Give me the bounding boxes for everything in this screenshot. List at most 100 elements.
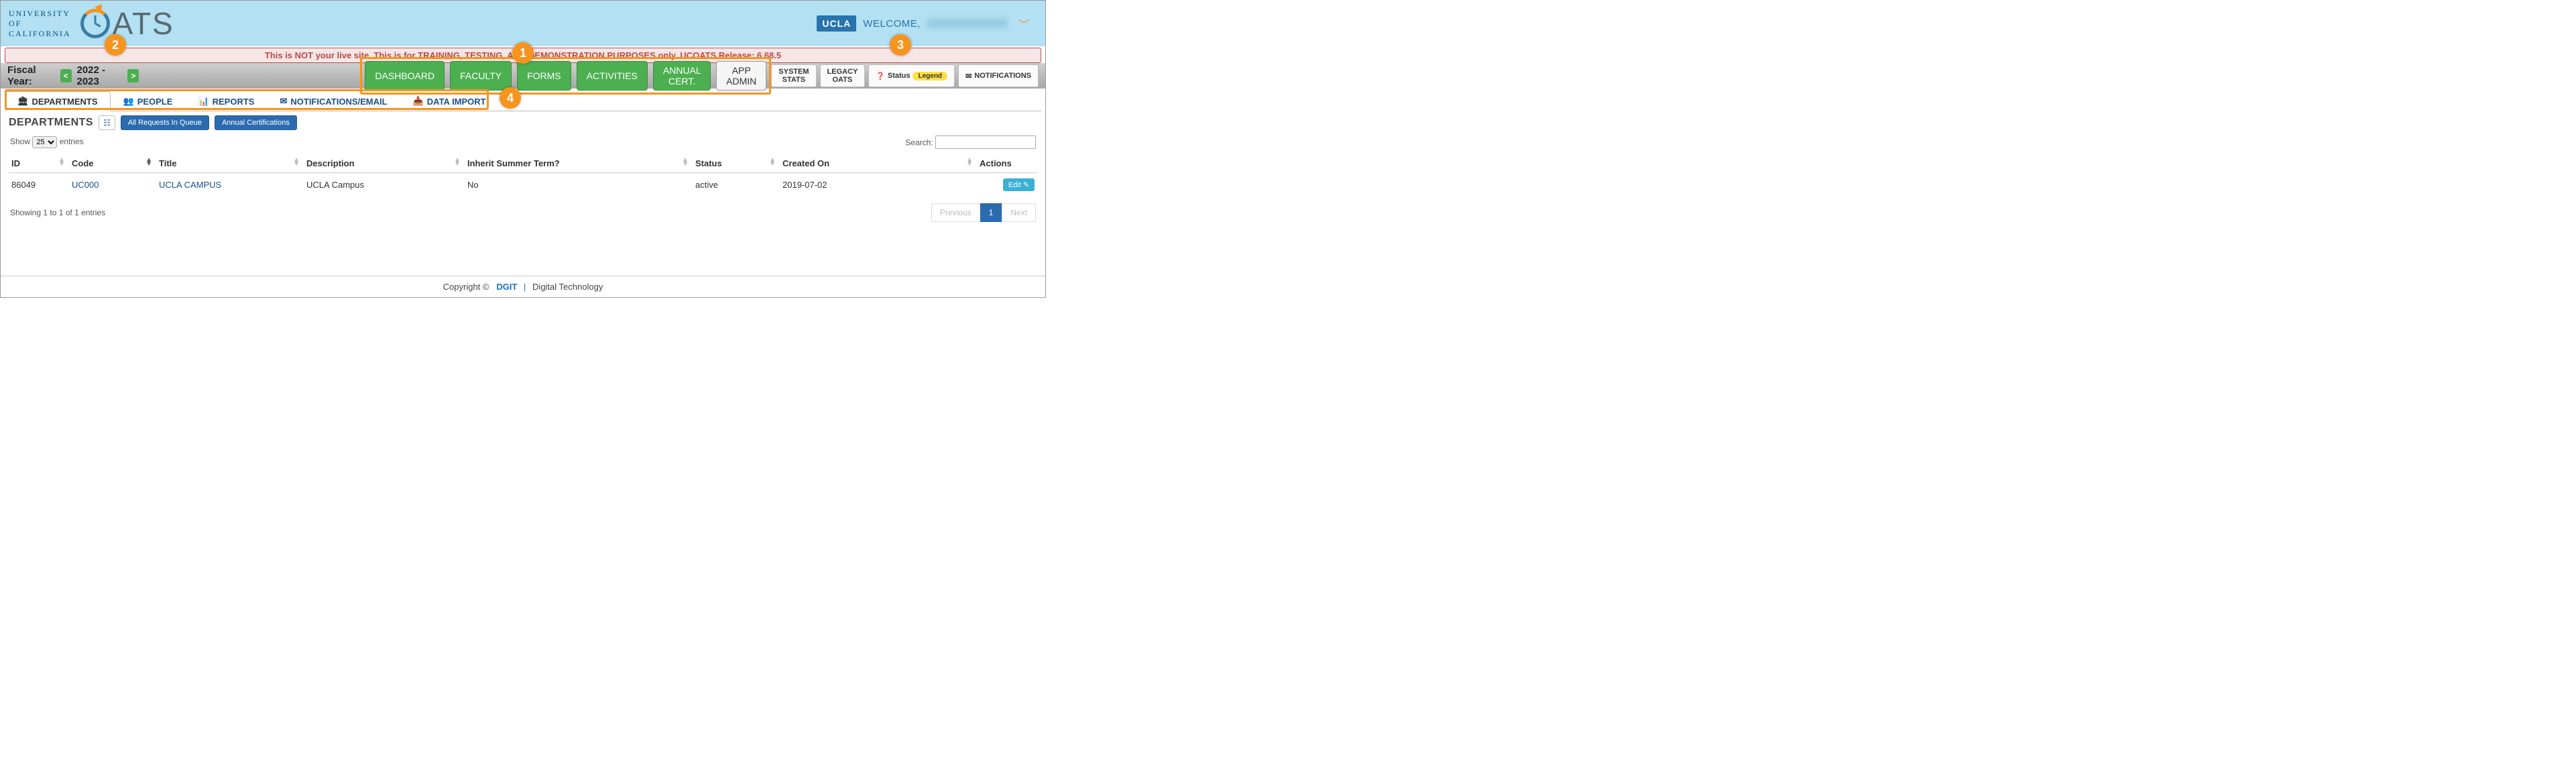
tab-notifications-email-label: NOTIFICATIONS/EMAIL — [290, 97, 387, 107]
clock-icon — [80, 9, 110, 38]
uc-line2: OF — [9, 19, 71, 29]
nav-dashboard-button[interactable]: DASHBOARD — [365, 61, 445, 91]
toggle-view-button[interactable]: ☷ — [99, 115, 115, 130]
all-requests-queue-button[interactable]: All Requests In Queue — [121, 115, 209, 130]
uc-line3: CALIFORNIA — [9, 29, 71, 39]
cell-title-link[interactable]: UCLA CAMPUS — [159, 180, 221, 190]
col-title[interactable]: Title▲▼ — [156, 154, 304, 173]
main-toolbar: Fiscal Year: < 2022 - 2023 > DASHBOARD F… — [1, 63, 1045, 89]
list-icon: ☷ — [103, 118, 111, 127]
search-control: Search: — [905, 135, 1036, 149]
fiscal-year-value: 2022 - 2023 — [77, 64, 123, 87]
tab-reports-label: REPORTS — [213, 97, 255, 107]
entries-select[interactable]: 25 — [32, 136, 57, 148]
show-prefix: Show — [10, 137, 30, 146]
uc-line1: UNIVERSITY — [9, 9, 71, 19]
show-suffix: entries — [60, 137, 84, 146]
cell-description: UCLA Campus — [304, 173, 465, 197]
cell-id: 86049 — [9, 173, 69, 197]
table-row: 86049 UC000 UCLA CAMPUS UCLA Campus No a… — [9, 173, 1037, 197]
sort-icon: ▲▼ — [145, 158, 152, 166]
datatable-bottom-controls: Showing 1 to 1 of 1 entries Previous 1 N… — [1, 197, 1045, 235]
oats-logo: ATS — [80, 5, 174, 42]
cell-inherit: No — [465, 173, 693, 197]
cell-code-link[interactable]: UC000 — [72, 180, 99, 190]
page-prev-button[interactable]: Previous — [931, 203, 980, 222]
footer: Copyright © DGIT | Digital Technology — [1, 276, 1045, 297]
import-icon: 📥 — [413, 96, 424, 107]
uc-logo-text: UNIVERSITY OF CALIFORNIA — [7, 9, 71, 39]
tab-departments[interactable]: 🏛 DEPARTMENTS — [5, 91, 111, 111]
col-description[interactable]: Description▲▼ — [304, 154, 465, 173]
chart-icon: 📊 — [198, 96, 209, 107]
cell-status: active — [693, 173, 780, 197]
top-banner: UNIVERSITY OF CALIFORNIA ATS 2 UCLA WELC… — [1, 1, 1045, 46]
welcome-area[interactable]: UCLA WELCOME, ﹀ — [817, 15, 1039, 32]
departments-header-row: DEPARTMENTS ☷ All Requests In Queue Annu… — [1, 111, 1045, 133]
utility-buttons: SYSTEM STATS LEGACY OATS ❓ Status Legend… — [771, 64, 1041, 87]
nav-annual-cert-button[interactable]: ANNUAL CERT. — [653, 61, 711, 91]
status-legend-button[interactable]: ❓ Status Legend — [868, 64, 955, 87]
tab-data-import[interactable]: 📥 DATA IMPORT — [400, 91, 499, 111]
fiscal-year-label: Fiscal Year: — [7, 64, 55, 87]
nav-app-admin-button[interactable]: APP ADMIN — [716, 61, 766, 91]
sort-icon: ▲▼ — [58, 158, 65, 166]
pencil-icon: ✎ — [1023, 180, 1029, 189]
col-inherit[interactable]: Inherit Summer Term?▲▼ — [465, 154, 693, 173]
tab-people-label: PEOPLE — [137, 97, 173, 107]
sort-icon: ▲▼ — [293, 158, 300, 166]
welcome-prefix: WELCOME, — [863, 18, 921, 30]
footer-dgit-link[interactable]: DGIT — [496, 282, 517, 292]
building-icon: 🏛 — [17, 96, 29, 107]
entries-length-control: Show 25 entries — [10, 136, 84, 148]
sort-icon: ▲▼ — [966, 158, 973, 166]
annual-certifications-button[interactable]: Annual Certifications — [215, 115, 297, 130]
notifications-label: NOTIFICATIONS — [974, 72, 1031, 80]
fiscal-year-prev-button[interactable]: < — [60, 69, 72, 83]
col-created[interactable]: Created On▲▼ — [780, 154, 977, 173]
search-input[interactable] — [935, 135, 1036, 149]
datatable-info: Showing 1 to 1 of 1 entries — [10, 208, 105, 217]
notifications-button[interactable]: ✉ NOTIFICATIONS — [958, 64, 1039, 87]
col-code[interactable]: Code▲▼ — [69, 154, 156, 173]
nav-faculty-button[interactable]: FACULTY — [450, 61, 512, 91]
legend-pill: Legend — [913, 72, 947, 80]
tab-people[interactable]: 👥 PEOPLE — [111, 91, 186, 111]
main-nav-group: DASHBOARD FACULTY FORMS ACTIVITIES ANNUA… — [360, 57, 771, 95]
people-icon: 👥 — [123, 96, 134, 107]
nav-forms-button[interactable]: FORMS — [517, 61, 571, 91]
campus-badge: UCLA — [817, 15, 856, 32]
footer-copyright: Copyright © — [443, 282, 489, 292]
legacy-oats-button[interactable]: LEGACY OATS — [820, 64, 866, 87]
system-stats-button[interactable]: SYSTEM STATS — [771, 64, 816, 87]
tab-reports[interactable]: 📊 REPORTS — [185, 91, 267, 111]
departments-table: ID▲▼ Code▲▼ Title▲▼ Description▲▼ Inheri… — [9, 154, 1037, 197]
sort-icon: ▲▼ — [682, 158, 689, 166]
annotation-3: 3 — [890, 34, 911, 56]
search-label: Search: — [905, 138, 933, 148]
alert-wrapper: This is NOT your live site. This is for … — [1, 48, 1045, 63]
annotation-1: 1 — [512, 42, 534, 64]
col-id[interactable]: ID▲▼ — [9, 154, 69, 173]
sort-icon: ▲▼ — [769, 158, 776, 166]
mail-icon: ✉ — [280, 96, 287, 107]
tab-departments-label: DEPARTMENTS — [32, 97, 98, 107]
subtabs-bar: 🏛 DEPARTMENTS 👥 PEOPLE 📊 REPORTS ✉ NOTIF… — [5, 91, 1041, 111]
edit-button[interactable]: Edit✎ — [1003, 178, 1035, 191]
fiscal-year-next-button[interactable]: > — [127, 69, 139, 83]
datatable-top-controls: Show 25 entries Search: — [1, 133, 1045, 154]
status-label: Status — [888, 72, 911, 80]
nav-activities-button[interactable]: ACTIVITIES — [577, 61, 648, 91]
col-actions: Actions — [977, 154, 1037, 173]
tab-notifications-email[interactable]: ✉ NOTIFICATIONS/EMAIL — [267, 91, 400, 111]
question-icon: ❓ — [876, 72, 885, 80]
departments-title: DEPARTMENTS — [9, 117, 93, 129]
cell-created: 2019-07-02 — [780, 173, 977, 197]
page-next-button[interactable]: Next — [1002, 203, 1036, 222]
page-1-button[interactable]: 1 — [980, 203, 1002, 222]
annotation-4: 4 — [500, 87, 521, 109]
col-status[interactable]: Status▲▼ — [693, 154, 780, 173]
footer-separator: | — [524, 282, 526, 292]
mail-icon: ✉ — [965, 72, 972, 80]
chevron-down-icon[interactable]: ﹀ — [1018, 15, 1029, 32]
